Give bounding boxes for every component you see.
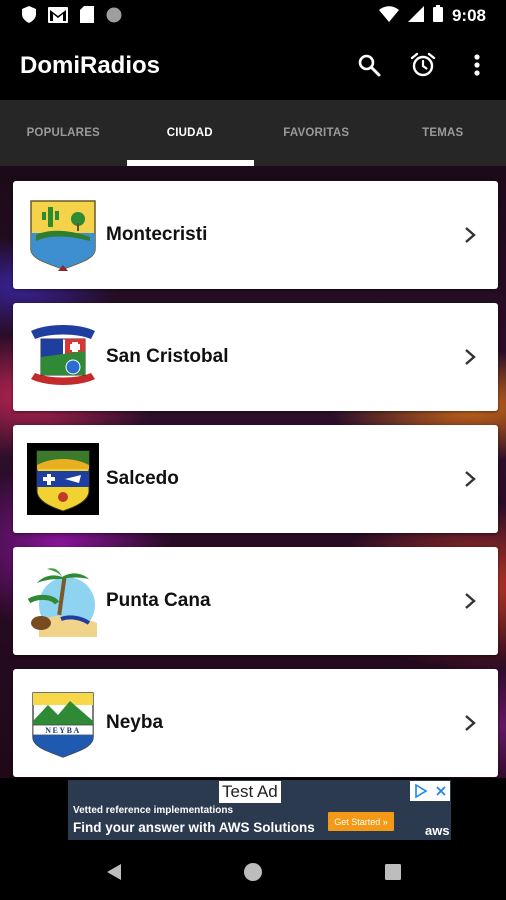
chevron-right-icon xyxy=(465,715,476,731)
san-cristobal-logo xyxy=(27,319,99,395)
city-list: Montecristi San Cristobal Salcedo Punta … xyxy=(0,166,506,778)
ad-body: Find your answer with AWS Solutions xyxy=(73,820,315,835)
status-time: 9:08 xyxy=(451,6,486,25)
nav-bar xyxy=(0,842,506,900)
signal-icon xyxy=(407,5,424,27)
back-icon[interactable] xyxy=(102,860,126,884)
circle-icon xyxy=(106,7,122,28)
list-item-salcedo[interactable]: Salcedo xyxy=(13,425,498,533)
city-name: Montecristi xyxy=(106,224,208,245)
app-title: DomiRadios xyxy=(20,52,161,79)
close-icon[interactable] xyxy=(435,785,447,797)
alarm-icon[interactable] xyxy=(408,50,438,80)
status-bar: 9:08 xyxy=(0,0,506,32)
battery-icon xyxy=(432,5,443,27)
ad-headline: Vetted reference implementations xyxy=(73,805,234,816)
ad-brand: aws xyxy=(425,823,450,838)
ad-choices[interactable] xyxy=(410,781,450,801)
recents-icon[interactable] xyxy=(381,860,405,884)
ad-label: Test Ad xyxy=(219,781,281,803)
shield-icon xyxy=(22,6,36,28)
tab-populares[interactable]: POPULARES xyxy=(0,100,127,166)
list-item-montecristi[interactable]: Montecristi xyxy=(13,181,498,289)
city-name: Salcedo xyxy=(106,468,179,489)
chevron-right-icon xyxy=(465,349,476,365)
search-icon[interactable] xyxy=(354,50,384,80)
city-name: Punta Cana xyxy=(106,590,211,611)
app-bar: DomiRadios xyxy=(0,32,506,100)
list-item-neyba[interactable]: NEYBA Neyba xyxy=(13,669,498,777)
more-vert-icon[interactable] xyxy=(462,50,492,80)
wifi-icon xyxy=(378,5,399,27)
punta-cana-logo xyxy=(27,563,99,639)
tab-favoritas[interactable]: FAVORITAS xyxy=(253,100,380,166)
city-name: San Cristobal xyxy=(106,346,229,367)
tab-temas[interactable]: TEMAS xyxy=(380,100,506,166)
chevron-right-icon xyxy=(465,593,476,609)
ad-cta-button[interactable]: Get Started » xyxy=(328,812,394,831)
montecristi-logo xyxy=(27,197,99,273)
city-name: Neyba xyxy=(106,712,164,733)
home-icon[interactable] xyxy=(241,860,265,884)
ad-info-icon[interactable] xyxy=(414,784,428,798)
list-item-san-cristobal[interactable]: San Cristobal xyxy=(13,303,498,411)
salcedo-logo xyxy=(27,441,99,517)
gmail-icon xyxy=(48,6,68,28)
status-left-icons xyxy=(22,6,122,28)
app-actions xyxy=(354,50,492,80)
tab-bar: POPULARES CIUDAD FAVORITAS TEMAS xyxy=(0,100,506,166)
chevron-right-icon xyxy=(465,227,476,243)
status-right-icons: 9:08 xyxy=(378,5,486,27)
tab-ciudad[interactable]: CIUDAD xyxy=(127,100,254,166)
neyba-logo-text: NEYBA xyxy=(45,726,81,735)
list-item-punta-cana[interactable]: Punta Cana xyxy=(13,547,498,655)
neyba-logo: NEYBA xyxy=(27,685,99,761)
sd-card-icon xyxy=(80,6,94,28)
chevron-right-icon xyxy=(465,471,476,487)
